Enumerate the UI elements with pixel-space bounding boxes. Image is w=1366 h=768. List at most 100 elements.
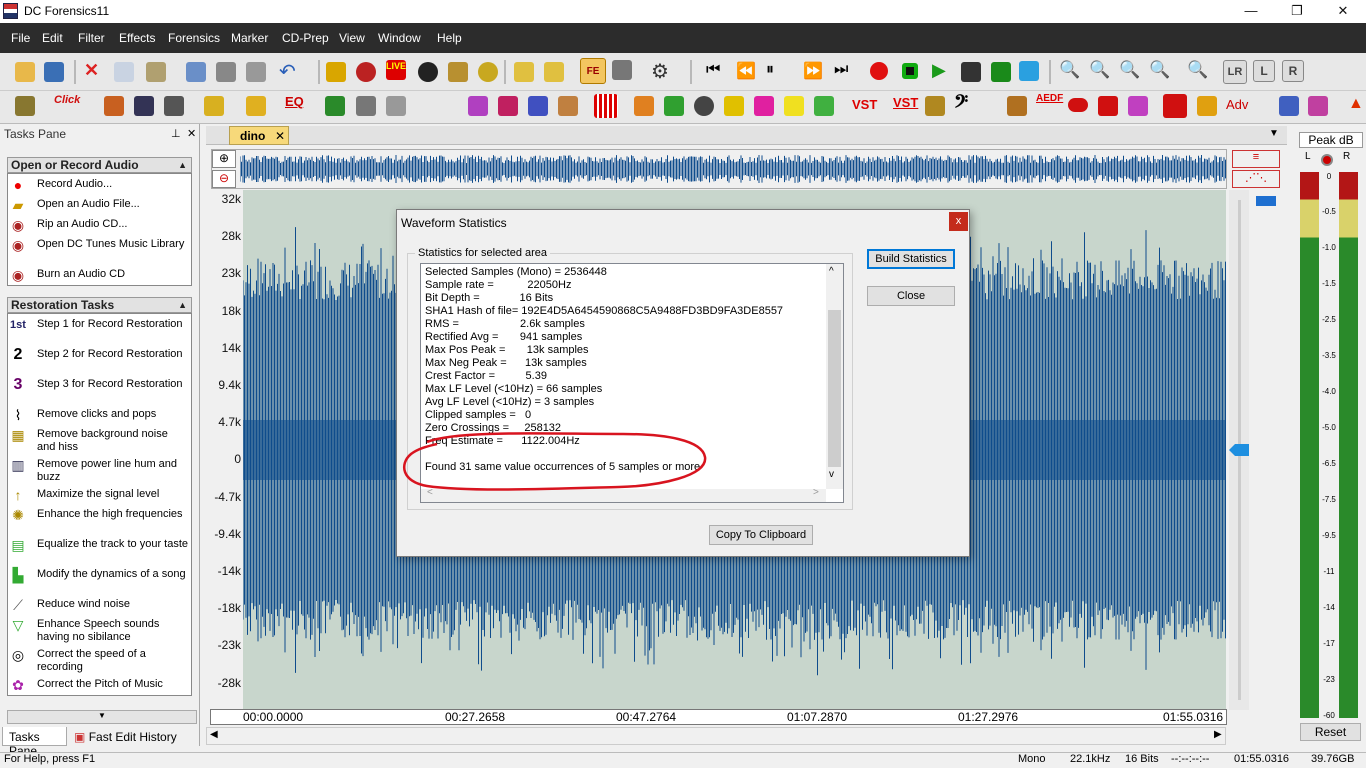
effect-4-icon[interactable] <box>558 96 578 116</box>
effect-3-icon[interactable] <box>528 96 548 116</box>
skip-back-icon[interactable]: ⏮ <box>706 61 720 79</box>
tab-dino[interactable]: dino ✕ <box>229 126 289 145</box>
menu-filter[interactable]: Filter <box>78 31 105 45</box>
vst-chain-icon[interactable]: VST <box>893 95 918 110</box>
eq-icon[interactable]: EQ <box>285 94 304 109</box>
record-button-icon[interactable] <box>870 62 888 80</box>
minimize-button[interactable]: — <box>1228 0 1274 23</box>
zoom-marker-icon[interactable]: 🔍 <box>1187 60 1208 80</box>
scroll-left-icon[interactable]: ◀ <box>210 729 218 740</box>
overview-zoom-out-icon[interactable]: ⊖ <box>212 170 236 188</box>
meter-clip-indicator-icon[interactable] <box>1321 154 1333 166</box>
open-record-section-header[interactable]: Open or Record Audio ▲ <box>7 157 192 173</box>
maximize-button[interactable]: ❐ <box>1274 0 1320 23</box>
tab-tasks-pane[interactable]: Tasks Pane <box>2 727 67 758</box>
effect-7-icon[interactable] <box>694 96 714 116</box>
restoration-section-header[interactable]: Restoration Tasks ▲ <box>7 297 192 313</box>
overview-zoom-in-icon[interactable]: ⊕ <box>212 150 236 168</box>
split-icon[interactable] <box>612 60 632 80</box>
graph-eq-icon[interactable] <box>325 96 345 116</box>
vst-icon[interactable]: VST <box>852 97 877 112</box>
left-channel-icon[interactable]: L <box>1253 60 1275 82</box>
tool-settings-icon[interactable] <box>15 96 35 116</box>
declick-tool-icon[interactable]: Click <box>54 94 80 106</box>
lips-icon[interactable] <box>1068 98 1088 112</box>
hum-filter-icon[interactable] <box>134 96 154 116</box>
mic-icon[interactable] <box>1279 96 1299 116</box>
fade-out-icon[interactable] <box>544 62 564 82</box>
menu-file[interactable]: File <box>11 31 30 45</box>
menu-window[interactable]: Window <box>378 31 421 45</box>
mixer-icon[interactable] <box>356 96 376 116</box>
pulse-icon[interactable] <box>1163 94 1187 118</box>
warning-icon[interactable]: ▲ <box>1348 95 1364 113</box>
menu-edit[interactable]: Edit <box>42 31 63 45</box>
zoom-out-icon[interactable]: 🔍 <box>1089 60 1110 80</box>
open-folder-icon[interactable] <box>15 62 35 82</box>
bass-clef-icon[interactable]: 𝄢 <box>954 91 968 117</box>
advanced-icon[interactable]: Adv <box>1226 97 1248 112</box>
spectrum-icon[interactable] <box>104 96 124 116</box>
stats-scroll-thumb[interactable] <box>828 310 841 467</box>
collapse-icon[interactable]: ▲ <box>178 298 191 313</box>
copy-icon[interactable] <box>114 62 134 82</box>
effect-10-icon[interactable] <box>784 96 804 116</box>
aedf-icon[interactable]: AEDF <box>1036 93 1063 104</box>
skip-forward-icon[interactable]: ⏭ <box>834 61 848 79</box>
waveform-tool-icon[interactable] <box>1197 96 1217 116</box>
effect-5-icon[interactable] <box>634 96 654 116</box>
menu-forensics[interactable]: Forensics <box>168 31 220 45</box>
zoom-full-icon[interactable]: 🔍 <box>1149 60 1170 80</box>
gear-icon[interactable]: ⚙ <box>651 59 669 84</box>
pause-icon[interactable]: ⏸ <box>766 61 774 79</box>
phone-icon[interactable] <box>1128 96 1148 116</box>
zoom-selection-icon[interactable]: 🔍 <box>1119 60 1140 80</box>
wave-view-icon[interactable] <box>1019 61 1039 81</box>
menu-marker[interactable]: Marker <box>231 31 268 45</box>
copy-to-clipboard-button[interactable]: Copy To Clipboard <box>709 525 813 545</box>
tab-menu-chevron-icon[interactable]: ▼ <box>1269 128 1279 139</box>
bars-icon[interactable] <box>594 94 618 118</box>
effect-8-icon[interactable] <box>724 96 744 116</box>
cut-icon[interactable]: ✕ <box>84 60 99 81</box>
build-statistics-button[interactable]: Build Statistics <box>867 249 955 269</box>
play-loop-icon[interactable] <box>961 62 981 82</box>
scroll-down-icon[interactable]: v <box>829 469 834 480</box>
overview-waveform[interactable] <box>240 151 1226 187</box>
effect-9-icon[interactable] <box>754 96 774 116</box>
record-tool-icon[interactable] <box>356 62 376 82</box>
fade-in-icon[interactable] <box>514 62 534 82</box>
timeline-ruler[interactable] <box>210 709 1227 725</box>
stop-icon[interactable] <box>902 63 918 79</box>
noise-tool-icon[interactable] <box>164 96 184 116</box>
wind-tool-icon[interactable] <box>386 96 406 116</box>
forensic-scale-icon[interactable] <box>1007 96 1027 116</box>
meter-reset-button[interactable]: Reset <box>1300 723 1361 741</box>
close-button[interactable]: Close <box>867 286 955 306</box>
wave-display-alt-icon[interactable]: ⋰⋱ <box>1232 170 1280 188</box>
effect-6-icon[interactable] <box>664 96 684 116</box>
effect-11-icon[interactable] <box>814 96 834 116</box>
close-pane-icon[interactable]: ✕ <box>187 127 196 140</box>
edit-tool-icon[interactable] <box>186 62 206 82</box>
zoom-slider-handle[interactable] <box>1256 196 1276 206</box>
tasks-scrollbar[interactable]: ▼ <box>7 710 197 724</box>
live-icon[interactable]: LIVE <box>386 60 406 80</box>
pencil-icon[interactable] <box>216 62 236 82</box>
pin-icon[interactable]: ⊥ <box>171 127 181 140</box>
gate-icon[interactable] <box>204 96 224 116</box>
undo-icon[interactable]: ↶ <box>279 59 296 84</box>
menu-effects[interactable]: Effects <box>119 31 155 45</box>
voice-icon[interactable] <box>1098 96 1118 116</box>
scroll-up-icon[interactable]: ^ <box>829 266 834 277</box>
effect-2-icon[interactable] <box>498 96 518 116</box>
menu-view[interactable]: View <box>339 31 365 45</box>
swap-icon[interactable] <box>925 96 945 116</box>
save-icon[interactable] <box>44 62 64 82</box>
paste-icon[interactable] <box>146 62 166 82</box>
playlist-icon[interactable] <box>326 62 346 82</box>
analyze-icon[interactable] <box>1308 96 1328 116</box>
stereo-lr-icon[interactable]: LR <box>1223 60 1247 84</box>
menu-cd-prep[interactable]: CD-Prep <box>282 31 329 45</box>
horizontal-scrollbar[interactable] <box>206 727 1226 745</box>
